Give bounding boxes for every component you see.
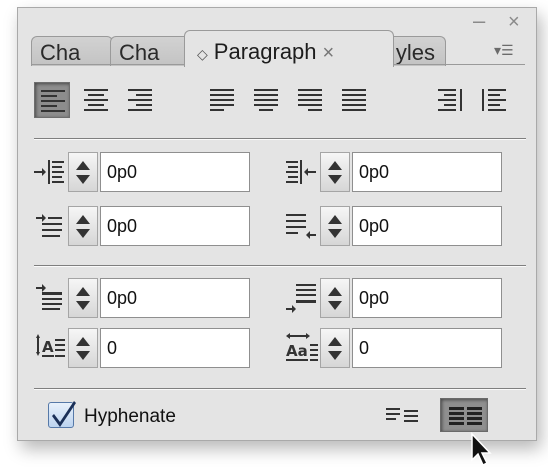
- last-line-right-indent-input[interactable]: [352, 206, 502, 246]
- justify-all-icon: [342, 89, 366, 111]
- tab-options-icon: ◇: [197, 46, 208, 62]
- balance-ragged-lines-button[interactable]: [378, 398, 426, 432]
- arrow-up-icon[interactable]: [328, 287, 342, 296]
- tab-character-styles[interactable]: Cha: [110, 36, 190, 66]
- divider: [34, 265, 526, 267]
- arrow-down-icon[interactable]: [328, 175, 342, 184]
- tab-paragraph[interactable]: ◇ Paragraph ×: [184, 30, 394, 67]
- arrow-down-icon[interactable]: [328, 229, 342, 238]
- align-left-icon: [41, 90, 65, 112]
- align-away-from-spine-button[interactable]: [476, 82, 512, 118]
- space-before-icon: [32, 282, 66, 314]
- arrow-down-icon[interactable]: [328, 351, 342, 360]
- divider: [34, 138, 526, 140]
- justification-grid-icon: [449, 407, 482, 425]
- space-after-input[interactable]: [352, 278, 502, 318]
- hyphenate-label: Hyphenate: [84, 406, 176, 427]
- justify-all-button[interactable]: [336, 82, 372, 118]
- first-line-indent-input[interactable]: [100, 206, 250, 246]
- arrow-down-icon[interactable]: [76, 175, 90, 184]
- hyphenate-row: Hyphenate: [48, 398, 508, 434]
- justify-right-icon: [298, 89, 322, 111]
- align-toward-spine-button[interactable]: [432, 82, 468, 118]
- drop-cap-chars-input[interactable]: [352, 328, 502, 368]
- tab-bar: Cha Cha yles ◇ Paragraph ×: [31, 30, 501, 67]
- justification-grid-button[interactable]: [440, 398, 488, 432]
- space-before-input[interactable]: [100, 278, 250, 318]
- last-line-right-indent-stepper[interactable]: [320, 206, 350, 246]
- tab-label: Cha: [40, 40, 81, 65]
- space-after-stepper[interactable]: [320, 278, 350, 318]
- first-line-indent-control: [32, 204, 262, 248]
- align-toward-spine-icon: [438, 89, 462, 111]
- arrow-down-icon[interactable]: [328, 301, 342, 310]
- space-after-control: [284, 276, 514, 320]
- last-line-right-indent-icon: [284, 210, 318, 242]
- arrow-up-icon[interactable]: [328, 337, 342, 346]
- align-center-icon: [84, 89, 108, 111]
- right-indent-control: [284, 150, 514, 194]
- justify-center-button[interactable]: [248, 82, 284, 118]
- right-indent-input[interactable]: [352, 152, 502, 192]
- panel-titlebar: – × ▾☰ Cha Cha yles ◇ Paragraph ×: [18, 8, 536, 67]
- arrow-up-icon[interactable]: [328, 215, 342, 224]
- drop-cap-chars-stepper[interactable]: [320, 328, 350, 368]
- arrow-up-icon[interactable]: [76, 161, 90, 170]
- drop-cap-chars-icon: Aa: [284, 332, 318, 364]
- left-indent-icon: [32, 156, 66, 188]
- align-right-button[interactable]: [122, 82, 158, 118]
- arrow-down-icon[interactable]: [76, 351, 90, 360]
- divider: [34, 388, 526, 390]
- drop-cap-chars-control: Aa: [284, 326, 514, 370]
- tab-label: yles: [395, 40, 435, 65]
- drop-cap-lines-input[interactable]: [100, 328, 250, 368]
- paragraph-panel: – × ▾☰ Cha Cha yles ◇ Paragraph × 0p0 0p…: [17, 7, 537, 441]
- justify-left-icon: [210, 89, 234, 111]
- tab-character[interactable]: Cha: [31, 36, 113, 66]
- align-center-button[interactable]: [78, 82, 114, 118]
- close-icon[interactable]: ×: [508, 12, 520, 32]
- arrow-up-icon[interactable]: [76, 287, 90, 296]
- first-line-indent-icon: [32, 210, 66, 242]
- last-line-right-indent-control: [284, 204, 514, 248]
- left-indent-input[interactable]: [100, 152, 250, 192]
- tab-label: Cha: [119, 40, 160, 65]
- tab-close-icon[interactable]: ×: [323, 42, 335, 64]
- minimize-icon[interactable]: –: [473, 10, 485, 32]
- arrow-up-icon[interactable]: [328, 161, 342, 170]
- align-away-from-spine-icon: [482, 89, 506, 111]
- left-indent-stepper[interactable]: [68, 152, 98, 192]
- svg-text:Aa: Aa: [286, 342, 308, 360]
- space-before-control: [32, 276, 262, 320]
- left-indent-control: [32, 150, 262, 194]
- drop-cap-lines-icon: A: [32, 332, 66, 364]
- svg-text:A: A: [42, 338, 54, 356]
- align-left-button[interactable]: [34, 82, 70, 118]
- right-indent-stepper[interactable]: [320, 152, 350, 192]
- tab-label: Paragraph: [213, 39, 317, 64]
- justify-right-button[interactable]: [292, 82, 328, 118]
- justify-center-icon: [254, 89, 278, 111]
- drop-cap-lines-control: A: [32, 326, 262, 370]
- arrow-up-icon[interactable]: [76, 337, 90, 346]
- arrow-up-icon[interactable]: [76, 215, 90, 224]
- align-right-icon: [128, 89, 152, 111]
- arrow-down-icon[interactable]: [76, 301, 90, 310]
- first-line-indent-stepper[interactable]: [68, 206, 98, 246]
- justify-left-button[interactable]: [204, 82, 240, 118]
- mouse-cursor-icon: [471, 432, 492, 467]
- space-before-stepper[interactable]: [68, 278, 98, 318]
- balance-ragged-lines-icon: [386, 408, 418, 422]
- alignment-buttons: [34, 82, 524, 122]
- drop-cap-lines-stepper[interactable]: [68, 328, 98, 368]
- space-after-icon: [284, 282, 318, 314]
- hyphenate-checkbox[interactable]: [48, 401, 76, 428]
- arrow-down-icon[interactable]: [76, 229, 90, 238]
- right-indent-icon: [284, 156, 318, 188]
- checkmark-icon: [52, 401, 76, 427]
